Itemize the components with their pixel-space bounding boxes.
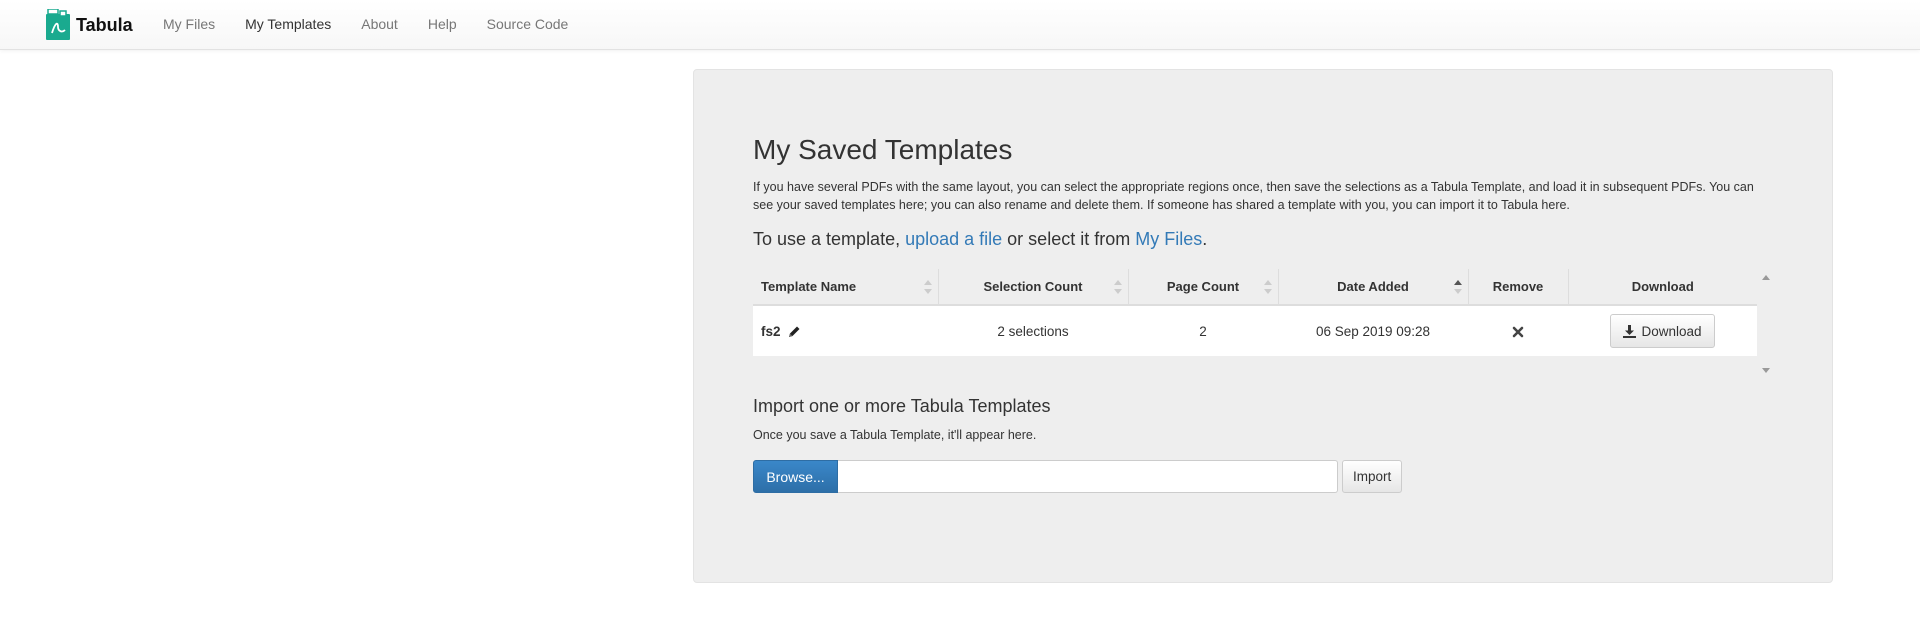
table-row: fs2 2 selections 2 06 Sep 2019 09:28 Dow… [753, 304, 1757, 356]
nav-my-templates[interactable]: My Templates [245, 0, 331, 49]
import-file-row: Browse... Import [753, 460, 1403, 493]
table-header-row: Template Name Selection Count Page Count [753, 269, 1757, 306]
remove-cell [1468, 304, 1568, 356]
import-button[interactable]: Import [1342, 460, 1403, 493]
nav-about[interactable]: About [361, 0, 398, 49]
my-files-link[interactable]: My Files [1135, 229, 1202, 249]
header-remove: Remove [1468, 269, 1569, 306]
sort-asc-icon [1453, 280, 1462, 294]
nav-my-files[interactable]: My Files [163, 0, 215, 49]
header-template-name[interactable]: Template Name [753, 269, 939, 306]
header-date-added-label: Date Added [1337, 279, 1409, 294]
download-label: Download [1641, 323, 1702, 339]
nav-source-code[interactable]: Source Code [487, 0, 569, 49]
header-download: Download [1568, 269, 1757, 306]
page-description: If you have several PDFs with the same l… [753, 180, 1754, 212]
usage-instructions: To use a template, upload a file or sele… [753, 229, 1207, 250]
import-title: Import one or more Tabula Templates [753, 396, 1051, 416]
scroll-up-arrow-icon[interactable] [1762, 275, 1770, 280]
download-icon [1623, 324, 1637, 338]
import-help-text: Once you save a Tabula Template, it'll a… [753, 428, 1037, 442]
download-cell: Download [1568, 304, 1757, 356]
template-name[interactable]: fs2 [761, 324, 781, 339]
upload-file-link[interactable]: upload a file [905, 229, 1002, 249]
header-page-count-label: Page Count [1166, 279, 1240, 294]
header-template-name-label: Template Name [761, 279, 857, 294]
header-date-added[interactable]: Date Added [1278, 269, 1469, 306]
template-name-cell: fs2 [753, 304, 938, 356]
brand[interactable]: Tabula [46, 9, 133, 40]
header-selection-count-label: Selection Count [983, 279, 1083, 294]
templates-table: Template Name Selection Count Page Count [753, 269, 1757, 356]
page-title: My Saved Templates [753, 134, 1013, 165]
templates-panel: My Saved Templates If you have several P… [693, 69, 1833, 583]
browse-button[interactable]: Browse... [753, 460, 838, 493]
remove-icon[interactable] [1512, 326, 1524, 338]
usage-middle: or select it from [1002, 229, 1136, 249]
top-navbar: Tabula My Files My Templates About Help … [0, 0, 1920, 50]
usage-suffix: . [1202, 229, 1208, 249]
header-page-count[interactable]: Page Count [1128, 269, 1279, 306]
templates-table-container: Template Name Selection Count Page Count [753, 269, 1773, 373]
sort-both-icon [923, 280, 932, 294]
usage-prefix: To use a template, [753, 229, 906, 249]
file-path-input[interactable] [838, 460, 1338, 493]
download-button[interactable]: Download [1610, 314, 1715, 348]
scroll-down-arrow-icon[interactable] [1762, 368, 1770, 373]
sort-both-icon [1113, 280, 1122, 294]
selection-count-cell: 2 selections [938, 304, 1128, 356]
pencil-icon[interactable] [788, 325, 801, 338]
date-added-cell: 06 Sep 2019 09:28 [1278, 304, 1468, 356]
page-count-cell: 2 [1128, 304, 1278, 356]
tabula-logo-icon [46, 9, 70, 40]
table-scrollbar[interactable] [1759, 269, 1773, 373]
header-selection-count[interactable]: Selection Count [938, 269, 1129, 306]
sort-both-icon [1263, 280, 1272, 294]
brand-name: Tabula [76, 15, 133, 35]
nav-links: My Files My Templates About Help Source … [163, 0, 598, 49]
nav-help[interactable]: Help [428, 0, 457, 49]
